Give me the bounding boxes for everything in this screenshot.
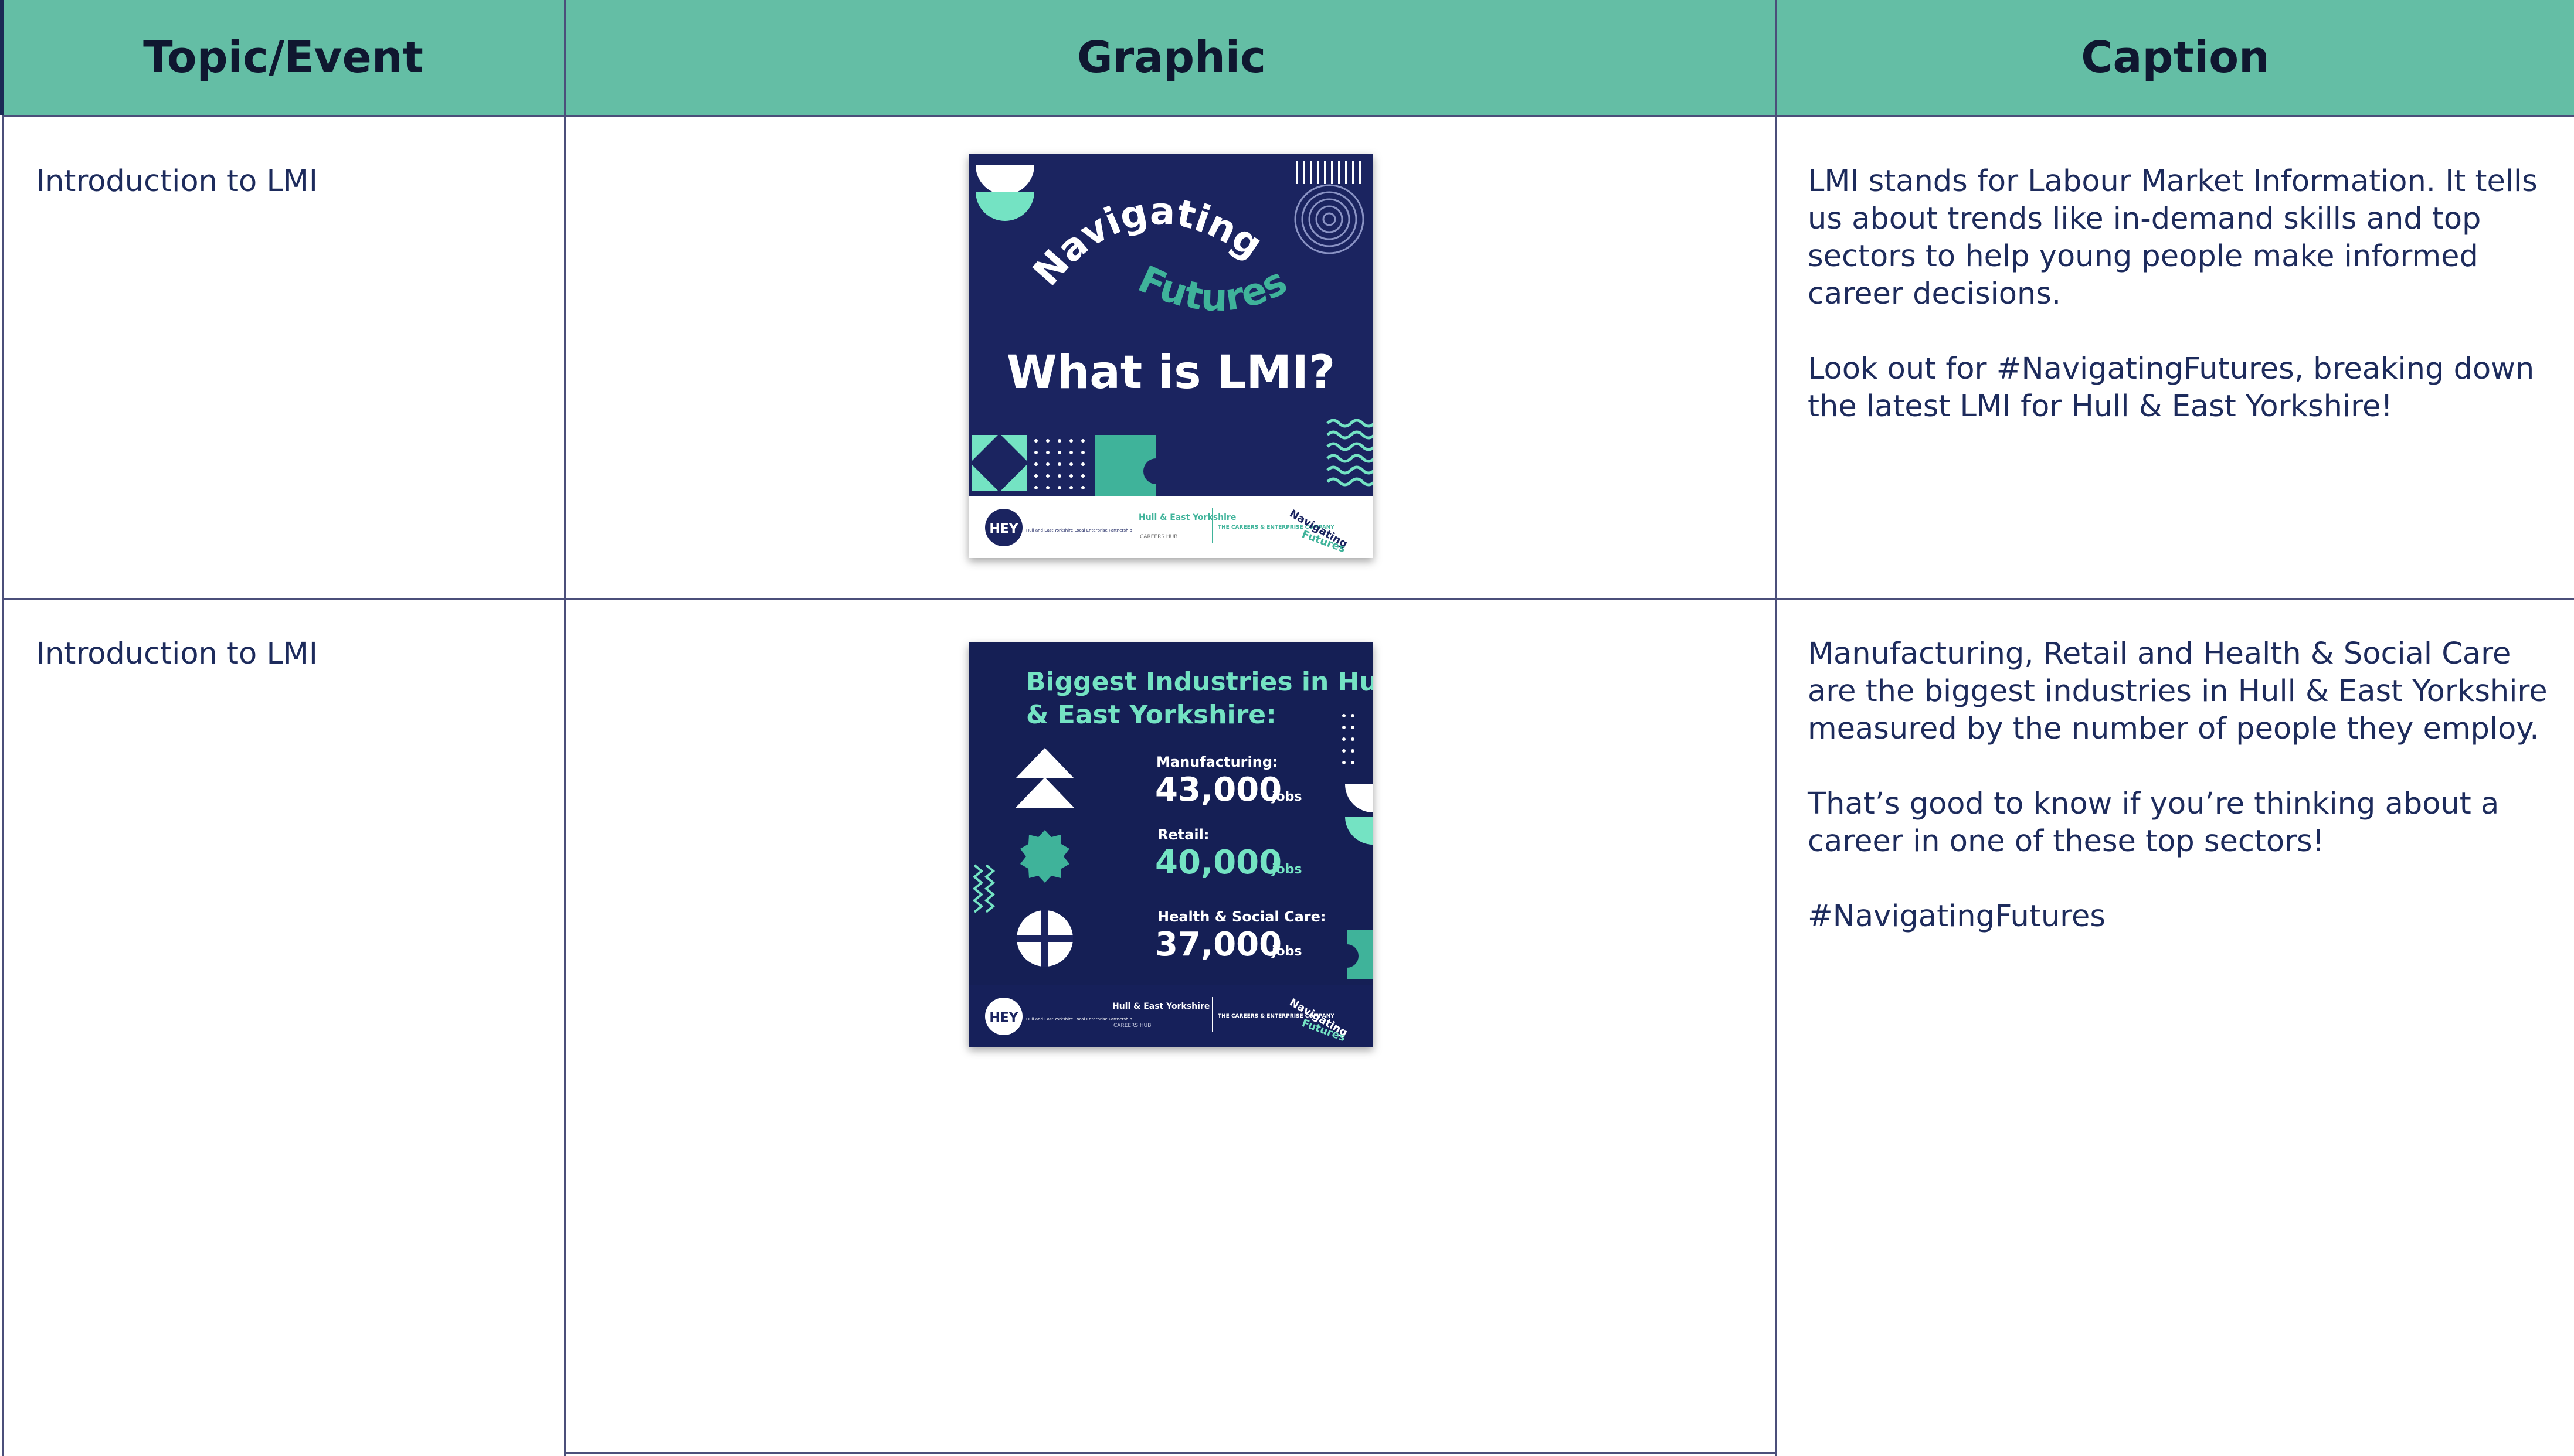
header-bottom-border — [2, 115, 2574, 117]
infographic-title-line-1: Biggest Industries in Hull — [1026, 667, 1373, 697]
cross-circle-icon — [1017, 910, 1073, 967]
lep-logo-text: Hull and East Yorkshire Local Enterprise… — [1026, 1017, 1132, 1022]
row-1-caption-paragraph-2: Look out for #NavigatingFutures, breakin… — [1808, 352, 2535, 424]
manufacturing-unit: jobs — [1271, 790, 1302, 804]
row-divider — [2, 598, 2574, 600]
row-2-caption: Manufacturing, Retail and Health & Socia… — [1808, 635, 2564, 973]
column-header-graphic: Graphic — [1077, 32, 1266, 83]
row-2-topic: Introduction to LMI — [36, 637, 318, 671]
retail-label: Retail: — [1157, 826, 1209, 843]
column-header-caption: Caption — [2081, 32, 2270, 83]
health-social-care-unit: jobs — [1271, 944, 1302, 959]
column-header-topic: Topic/Event — [143, 32, 423, 83]
headline-text: What is LMI? — [1007, 346, 1336, 399]
hey-logo-text: HEY — [989, 522, 1018, 536]
infographic-title-line-2: & East Yorkshire: — [1026, 700, 1276, 730]
health-social-care-label: Health & Social Care: — [1157, 909, 1326, 925]
row-2-caption-paragraph-2: That’s good to know if you’re thinking a… — [1808, 787, 2500, 859]
row-2-caption-paragraph-3: #NavigatingFutures — [1808, 899, 2106, 934]
careers-hub-logo-text: Hull & East Yorkshire — [1112, 1002, 1210, 1011]
table-bottom-border — [564, 1452, 1777, 1454]
row-1-caption: LMI stands for Labour Market Information… — [1808, 163, 2541, 463]
manufacturing-label: Manufacturing: — [1156, 754, 1278, 770]
hey-logo-text: HEY — [989, 1011, 1018, 1025]
retail-value: 40,000 — [1155, 843, 1282, 882]
careers-hub-logo-text: Hull & East Yorkshire — [1139, 513, 1236, 522]
retail-unit: jobs — [1271, 862, 1302, 877]
row-2-caption-paragraph-1: Manufacturing, Retail and Health & Socia… — [1808, 637, 2548, 746]
graphic-what-is-lmi: Navigating Futures What is LMI? HEY Hull… — [969, 154, 1373, 558]
column-divider-1 — [564, 0, 566, 1456]
careers-hub-sub-text: CAREERS HUB — [1140, 534, 1177, 540]
health-social-care-value: 37,000 — [1155, 926, 1282, 964]
graphic-biggest-industries: Biggest Industries in Hull & East Yorksh… — [969, 642, 1373, 1047]
row-1-caption-paragraph-1: LMI stands for Labour Market Information… — [1808, 164, 2538, 311]
logo-divider — [1212, 508, 1213, 543]
table-border-left — [2, 115, 4, 1456]
column-divider-2 — [1775, 0, 1777, 1456]
logo-divider — [1212, 997, 1213, 1032]
row-1-topic: Introduction to LMI — [36, 164, 318, 199]
careers-hub-sub-text: CAREERS HUB — [1113, 1023, 1151, 1029]
lep-logo-text: Hull and East Yorkshire Local Enterprise… — [1026, 528, 1132, 533]
manufacturing-value: 43,000 — [1155, 771, 1282, 809]
